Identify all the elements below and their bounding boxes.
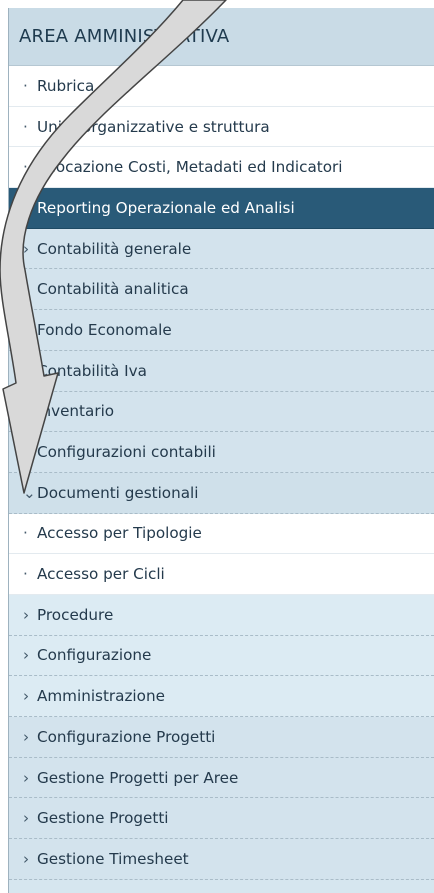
menu-item-fondo-economale[interactable]: › Fondo Economale [9, 310, 434, 351]
menu-item-documenti-gestionali[interactable]: ⌄ Documenti gestionali [9, 472, 434, 514]
bullet-icon: · [23, 117, 28, 136]
chevron-right-icon: › [23, 320, 30, 339]
chevron-down-icon: ⌄ [23, 483, 36, 502]
chevron-right-icon: › [23, 727, 30, 746]
menu-item-label: Procedure [37, 605, 114, 624]
menu-item-label: Gestione Progetti [37, 809, 169, 828]
menu-item-accesso-per-tipologie[interactable]: · Accesso per Tipologie [9, 513, 434, 555]
menu-item-reporting-operazionale-ed-analisi[interactable]: · Reporting Operazionale ed Analisi [9, 188, 434, 229]
bullet-icon: · [23, 76, 28, 95]
menu-item-label: Amministrazione [37, 687, 165, 706]
menu-item-procedure[interactable]: › Procedure [9, 594, 434, 636]
chevron-right-icon: › [23, 809, 30, 828]
menu-item-gestione-progetti[interactable]: › Gestione Progetti [9, 798, 434, 840]
bullet-icon: · [23, 198, 28, 217]
section-header: AREA AMMINISTRATIVA [9, 8, 434, 66]
menu-item-contabilita-iva[interactable]: › Contabilità Iva [9, 350, 434, 392]
chevron-right-icon: › [23, 443, 30, 462]
menu-item-label: Accesso per Tipologie [37, 524, 202, 543]
menu-list: · Rubrica · Unità organizzative e struttura… [9, 66, 434, 880]
chevron-right-icon: › [23, 849, 30, 868]
sidebar-menu: AREA AMMINISTRATIVA · Rubrica · Unità organ… [8, 8, 434, 893]
chevron-right-icon: › [23, 687, 30, 706]
menu-item-rubrica[interactable]: · Rubrica [9, 66, 434, 107]
bullet-icon: · [23, 565, 28, 584]
chevron-right-icon: › [23, 239, 30, 258]
bullet-icon: · [23, 158, 28, 177]
menu-item-label: Gestione Timesheet [37, 849, 189, 868]
chevron-right-icon: › [23, 768, 30, 787]
menu-item-label: Gestione Progetti per Aree [37, 768, 239, 787]
menu-item-label: Configurazione [37, 646, 152, 665]
menu-item-contabilita-generale[interactable]: › Contabilità generale [9, 228, 434, 270]
menu-item-label: Contabilità generale [37, 239, 192, 258]
menu-item-configurazione-progetti[interactable]: › Configurazione Progetti [9, 717, 434, 758]
menu-item-accesso-per-cicli[interactable]: · Accesso per Cicli [9, 554, 434, 595]
menu-item-gestione-progetti-per-aree[interactable]: › Gestione Progetti per Aree [9, 757, 434, 799]
menu-item-label: Unità organizzative e struttura [37, 117, 270, 136]
menu-item-allocazione-costi-metadati-ed-indicatori[interactable]: · Allocazione Costi, Metadati ed Indicato… [9, 147, 434, 189]
menu-item-label: Accesso per Cicli [37, 565, 165, 584]
chevron-right-icon: › [23, 361, 30, 380]
menu-item-label: Fondo Economale [37, 320, 172, 339]
menu-item-label: Inventario [37, 402, 115, 421]
menu-item-label: Configurazioni contabili [37, 443, 216, 462]
chevron-right-icon: › [23, 280, 30, 299]
bullet-icon: · [23, 524, 28, 543]
menu-item-unita-organizzative-e-struttura[interactable]: · Unità organizzative e struttura [9, 106, 434, 148]
menu-item-amministrazione[interactable]: › Amministrazione [9, 676, 434, 717]
menu-item-inventario[interactable]: › Inventario [9, 391, 434, 433]
chevron-right-icon: › [23, 646, 30, 665]
menu-item-label: Contabilità analitica [37, 280, 189, 299]
menu-item-contabilita-analitica[interactable]: › Contabilità analitica [9, 269, 434, 311]
menu-item-label: Contabilità Iva [37, 361, 147, 380]
menu-item-label: Configurazione Progetti [37, 727, 216, 746]
menu-item-configurazione[interactable]: › Configurazione [9, 635, 434, 677]
menu-item-label: Allocazione Costi, Metadati ed Indicator… [37, 158, 343, 177]
chevron-right-icon: › [23, 605, 30, 624]
menu-item-configurazioni-contabili[interactable]: › Configurazioni contabili [9, 432, 434, 473]
chevron-right-icon: › [23, 402, 30, 421]
menu-item-label: Documenti gestionali [37, 483, 199, 502]
menu-item-label: Rubrica [37, 76, 95, 95]
menu-item-gestione-timesheet[interactable]: › Gestione Timesheet [9, 839, 434, 880]
menu-item-label: Reporting Operazionale ed Analisi [37, 198, 295, 217]
